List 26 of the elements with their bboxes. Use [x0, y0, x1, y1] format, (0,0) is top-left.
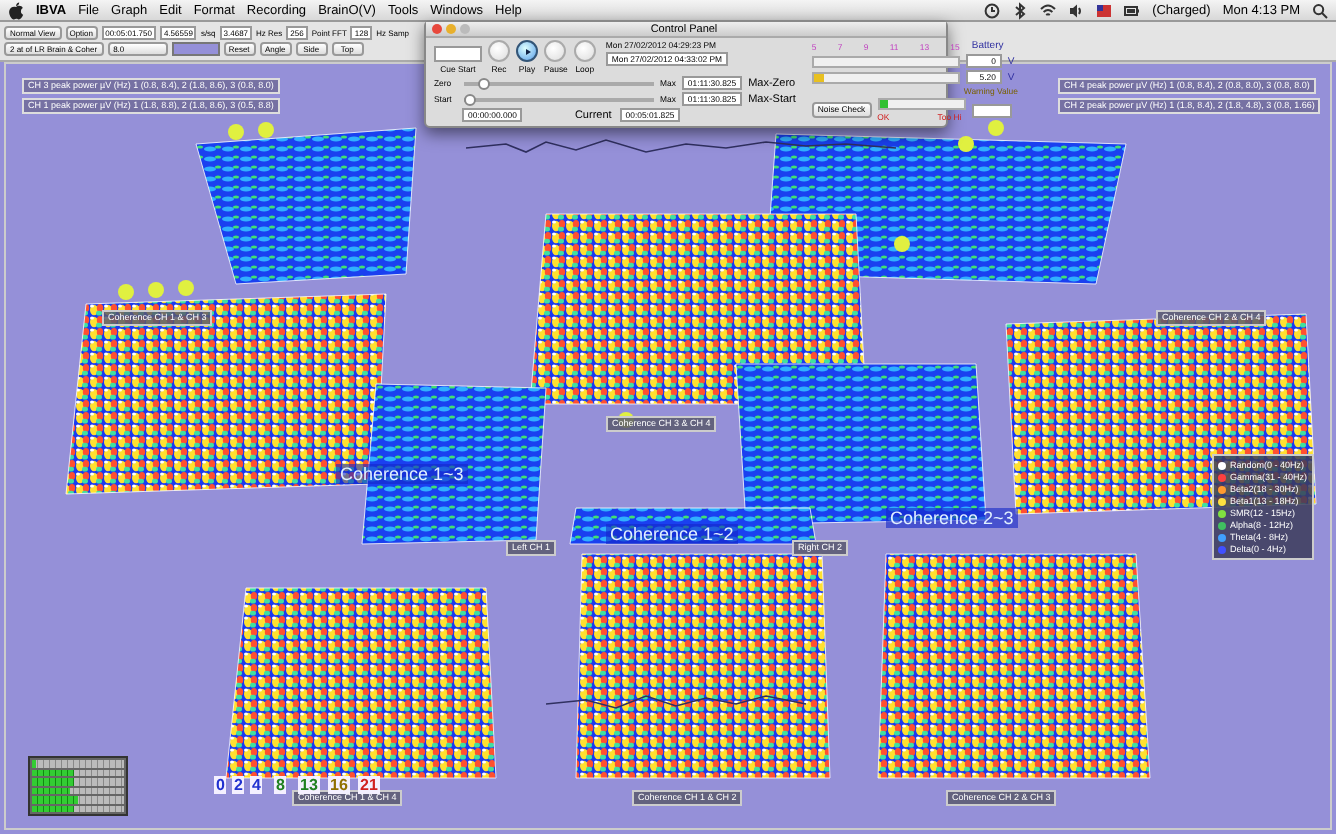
- axis-label: 13: [298, 776, 320, 794]
- plot-title: Coherence 1~2: [606, 524, 738, 544]
- speaker-icon[interactable]: [1068, 1, 1085, 19]
- axis-label: 8: [274, 776, 287, 794]
- axis-label: 2: [232, 776, 245, 794]
- axis-label: 21: [358, 776, 380, 794]
- cue-field[interactable]: [434, 46, 482, 62]
- axis-label: 16: [328, 776, 350, 794]
- apple-icon[interactable]: [8, 1, 24, 19]
- plot-title: Coherence 1~3: [336, 464, 468, 484]
- axis-label: 0: [214, 776, 227, 794]
- search-icon[interactable]: [1312, 1, 1328, 19]
- clock-icon[interactable]: [984, 1, 1001, 19]
- marker-ball-icon: [894, 236, 910, 252]
- transport-button[interactable]: [516, 40, 538, 62]
- close-button[interactable]: [432, 24, 442, 34]
- slider-thumb[interactable]: [478, 77, 491, 89]
- bluetooth-icon[interactable]: [1012, 1, 1029, 19]
- axis-label: 4: [250, 776, 263, 794]
- color-swatch[interactable]: [171, 42, 220, 56]
- battery-icon[interactable]: [1124, 1, 1141, 19]
- play-icon: [523, 47, 531, 55]
- flag-icon[interactable]: [1096, 1, 1113, 19]
- wifi-icon[interactable]: [1040, 1, 1057, 19]
- plot-title: Coherence 2~3: [886, 508, 1018, 528]
- slider-thumb[interactable]: [464, 93, 476, 105]
